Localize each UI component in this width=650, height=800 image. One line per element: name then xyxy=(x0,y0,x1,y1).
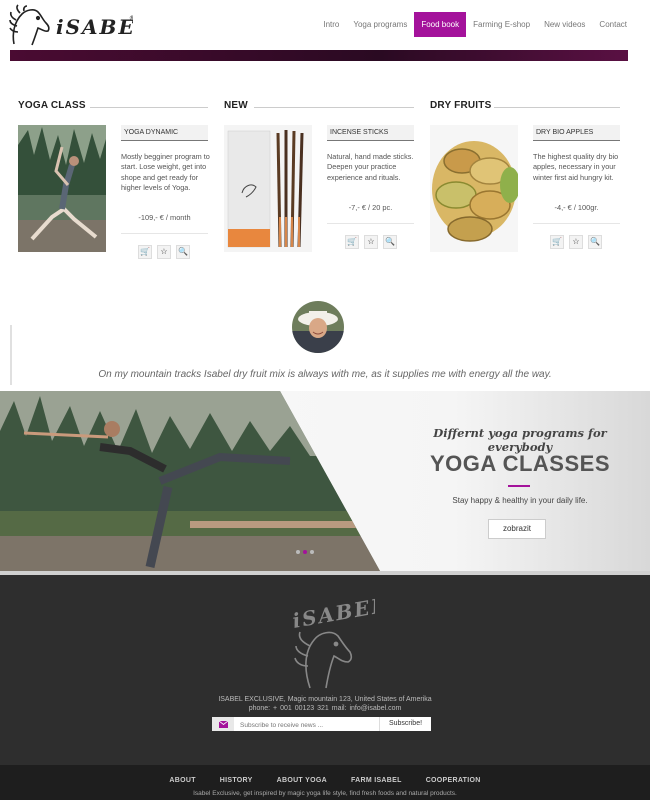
hero-strip xyxy=(10,50,628,61)
brand-logo[interactable]: iSABEL ® xyxy=(8,4,150,48)
banner-photo xyxy=(0,391,380,571)
envelope-icon xyxy=(212,717,234,731)
nav-item-food-book[interactable]: Food book xyxy=(414,12,467,37)
product-name[interactable]: INCENSE STICKS xyxy=(327,125,414,141)
product-image-incense[interactable] xyxy=(224,125,312,252)
product-actions: 🛒 ☆ 🔍 xyxy=(138,245,190,259)
main-nav: Intro Yoga programs Food book Farming E-… xyxy=(316,12,634,37)
subscribe-button[interactable]: Subscribe! xyxy=(379,717,431,731)
zoom-icon[interactable]: 🔍 xyxy=(176,245,190,259)
section-divider xyxy=(254,107,414,108)
banner-text: Stay happy & healthy in your daily life. xyxy=(452,496,588,505)
footer-logo[interactable]: iSABEL xyxy=(280,590,389,690)
horse-head-icon xyxy=(294,631,353,689)
footer-link-farm-isabel[interactable]: FARM ISABEL xyxy=(351,777,402,784)
star-icon[interactable]: ☆ xyxy=(569,235,583,249)
nav-item-farming-eshop[interactable]: Farming E-shop xyxy=(466,12,537,37)
slider-dot-active[interactable] xyxy=(303,550,307,554)
footer-links: ABOUT HISTORY ABOUT YOGA FARM ISABEL COO… xyxy=(0,777,650,784)
footer-logo-wordmark: iSABEL xyxy=(291,593,375,633)
footer-link-about-yoga[interactable]: ABOUT YOGA xyxy=(277,777,327,784)
product-description: The highest quality dry bio apples, nece… xyxy=(533,152,619,182)
cart-icon[interactable]: 🛒 xyxy=(345,235,359,249)
zoom-icon[interactable]: 🔍 xyxy=(383,235,397,249)
svg-text:®: ® xyxy=(129,15,133,22)
star-icon[interactable]: ☆ xyxy=(364,235,378,249)
footer-address: ISABEL EXCLUSIVE, Magic mountain 123, Un… xyxy=(218,696,432,703)
nav-item-new-videos[interactable]: New videos xyxy=(537,12,592,37)
product-divider xyxy=(327,223,414,224)
product-price: -7,- € / 20 pc. xyxy=(348,203,393,212)
slider-dot[interactable] xyxy=(296,550,300,554)
section-divider xyxy=(494,107,620,108)
nav-item-contact[interactable]: Contact xyxy=(592,12,634,37)
product-price: -4,- € / 100gr. xyxy=(554,203,599,212)
footer-contact: phone: + 001 00123 321 mail: info@isabel… xyxy=(248,705,402,712)
slider-dots xyxy=(296,550,314,554)
site-header: iSABEL ® Intro Yoga programs Food book F… xyxy=(0,0,650,50)
yoga-banner: Differnt yoga programs for everybody YOG… xyxy=(0,391,650,571)
site-footer: iSABEL ISABEL EXCLUSIVE, Magic mountain … xyxy=(0,575,650,765)
footer-link-history[interactable]: HISTORY xyxy=(220,777,253,784)
banner-subtitle: Differnt yoga programs for everybody xyxy=(433,426,607,454)
product-name[interactable]: DRY BIO APPLES xyxy=(533,125,620,141)
cart-icon[interactable]: 🛒 xyxy=(550,235,564,249)
star-icon[interactable]: ☆ xyxy=(157,245,171,259)
horse-head-icon xyxy=(9,4,50,46)
cart-icon[interactable]: 🛒 xyxy=(138,245,152,259)
product-image-apples[interactable] xyxy=(430,125,518,252)
product-divider xyxy=(121,233,208,234)
section-title: DRY FRUITS xyxy=(430,100,492,111)
brand-wordmark: iSABEL xyxy=(56,15,133,39)
testimonial-avatar xyxy=(292,301,344,353)
product-image-yoga[interactable] xyxy=(18,125,106,252)
section-title: YOGA CLASS xyxy=(18,100,86,111)
banner-title: YOGA CLASSES xyxy=(430,451,610,476)
section-title: NEW xyxy=(224,100,248,111)
testimonial-quote: On my mountain tracks Isabel dry fruit m… xyxy=(98,369,552,380)
product-actions: 🛒 ☆ 🔍 xyxy=(345,235,397,249)
newsletter-email-input[interactable] xyxy=(234,717,379,731)
nav-item-intro[interactable]: Intro xyxy=(316,12,346,37)
banner-accent-rule xyxy=(508,485,530,487)
product-description: Mostly begginer program to start. Lose w… xyxy=(121,152,210,192)
footer-bottom-bar: ABOUT HISTORY ABOUT YOGA FARM ISABEL COO… xyxy=(0,765,650,800)
newsletter-form: Subscribe! xyxy=(212,717,431,731)
nav-item-yoga-programs[interactable]: Yoga programs xyxy=(346,12,414,37)
product-divider xyxy=(533,223,620,224)
product-actions: 🛒 ☆ 🔍 xyxy=(550,235,602,249)
banner-cta-button[interactable]: zobrazit xyxy=(488,519,546,539)
slider-dot[interactable] xyxy=(310,550,314,554)
product-price: -109,- € / month xyxy=(138,213,191,222)
footer-tagline: Isabel Exclusive, get inspired by magic … xyxy=(193,790,457,797)
product-description: Natural, hand made sticks. Deepen your p… xyxy=(327,152,414,182)
footer-link-cooperation[interactable]: COOPERATION xyxy=(426,777,481,784)
product-name[interactable]: YOGA DYNAMIC xyxy=(121,125,208,141)
section-divider xyxy=(90,107,208,108)
zoom-icon[interactable]: 🔍 xyxy=(588,235,602,249)
footer-link-about[interactable]: ABOUT xyxy=(169,777,195,784)
